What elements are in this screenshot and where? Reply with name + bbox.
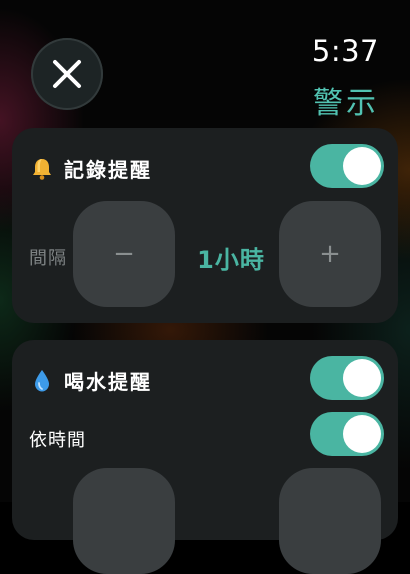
increment-button[interactable]: + xyxy=(279,201,381,307)
interval-label: 間隔 xyxy=(29,248,67,269)
interval-value: 1小時 xyxy=(197,246,265,274)
minus-icon: − xyxy=(113,239,135,269)
close-button[interactable] xyxy=(31,38,103,110)
water-reminder-label: 喝水提醒 xyxy=(64,370,152,394)
clock-time: 5:37 xyxy=(311,34,379,68)
water-reminder-toggle[interactable] xyxy=(310,356,384,400)
water-decrement-button[interactable] xyxy=(73,468,175,574)
water-increment-button[interactable] xyxy=(279,468,381,574)
log-reminder-label: 記錄提醒 xyxy=(64,158,152,182)
water-drop-icon xyxy=(30,369,54,393)
log-reminder-header: 記錄提醒 xyxy=(30,154,152,183)
close-icon xyxy=(53,60,81,88)
log-reminder-toggle[interactable] xyxy=(310,144,384,188)
toggle-knob xyxy=(343,147,381,185)
water-reminder-header: 喝水提醒 xyxy=(30,366,152,395)
bell-icon xyxy=(30,157,54,181)
log-reminder-card: 記錄提醒 間隔 − 1小時 + xyxy=(12,128,398,323)
water-reminder-card: 喝水提醒 依時間 xyxy=(12,340,398,574)
toggle-knob xyxy=(343,415,381,453)
plus-icon: + xyxy=(319,239,341,269)
decrement-button[interactable]: − xyxy=(73,201,175,307)
by-time-toggle[interactable] xyxy=(310,412,384,456)
toggle-knob xyxy=(343,359,381,397)
page-title: 警示 xyxy=(313,86,379,121)
by-time-label: 依時間 xyxy=(29,430,86,451)
